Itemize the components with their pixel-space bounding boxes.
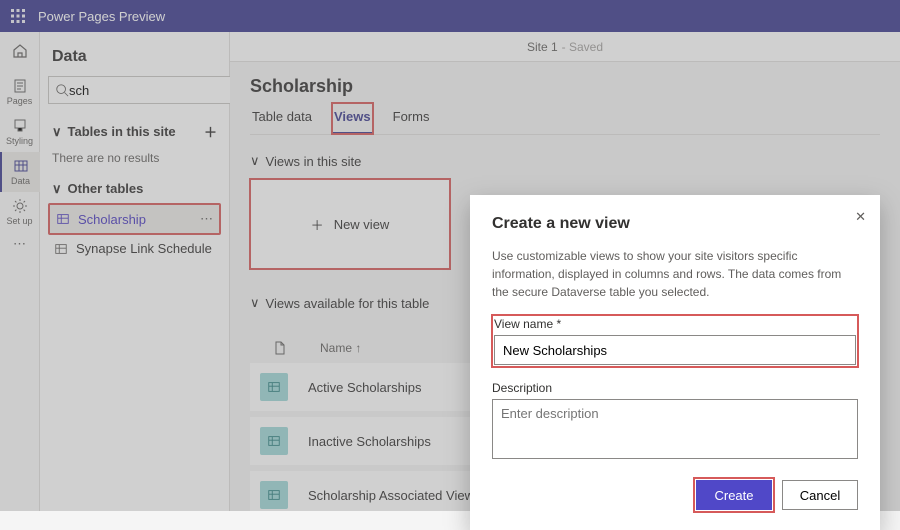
view-name-label: View name * [494, 317, 856, 331]
modal-title: Create a new view [492, 215, 858, 233]
create-button[interactable]: Create [696, 480, 772, 510]
view-name-input[interactable] [494, 335, 856, 365]
cancel-button[interactable]: Cancel [782, 480, 858, 510]
description-input[interactable] [492, 399, 858, 459]
close-icon[interactable]: ✕ [855, 209, 866, 225]
create-view-modal: ✕ Create a new view Use customizable vie… [470, 195, 880, 530]
modal-help-text: Use customizable views to show your site… [492, 247, 858, 301]
description-label: Description [492, 381, 858, 395]
